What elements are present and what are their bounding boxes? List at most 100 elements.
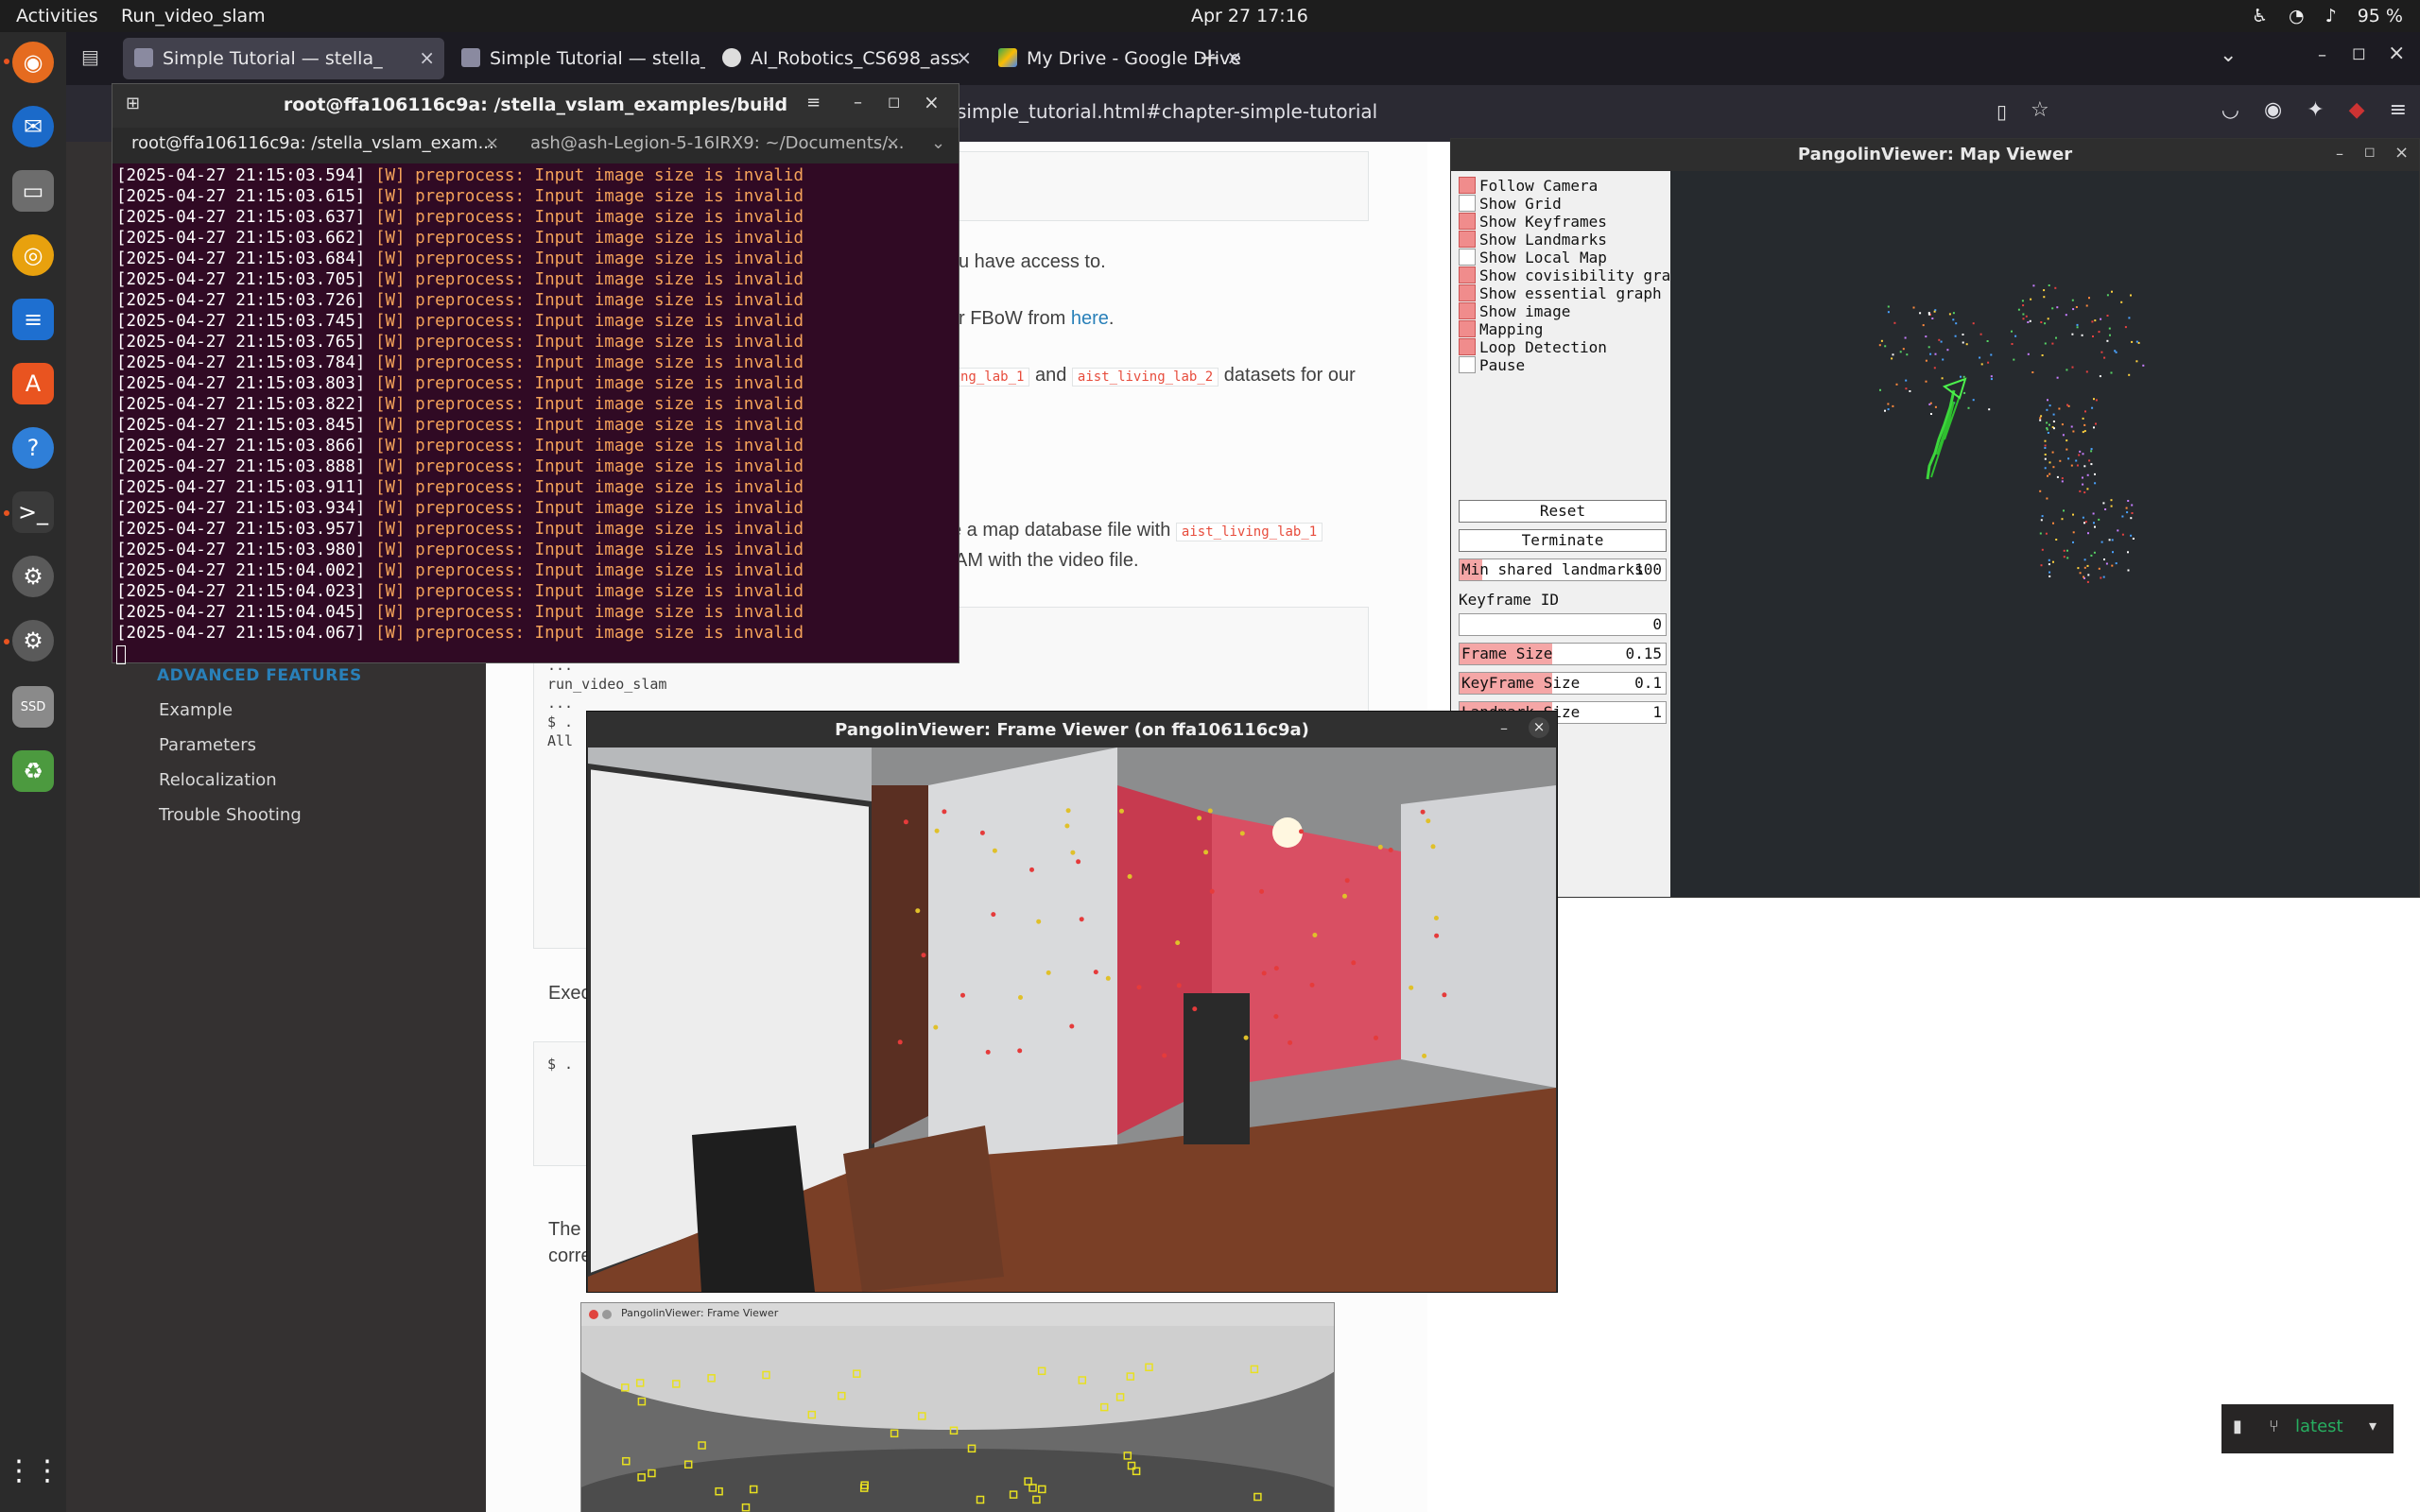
log-timestamp: [2025-04-27 21:15:03.866] [116,437,366,455]
thunderbird-icon[interactable]: ✉ [12,106,54,147]
nav-relocalization[interactable]: Relocalization [159,770,277,790]
url-field[interactable]: simple_tutorial.html#chapter-simple-tuto… [957,100,1377,123]
close-icon[interactable]: × [1226,46,1242,69]
app-center-icon[interactable]: A [12,363,54,404]
account-icon[interactable]: ◉ [2264,98,2282,122]
map-viewer-window[interactable]: PangolinViewer: Map Viewer – ◻ × Follow … [1450,138,2420,898]
nav-parameters[interactable]: Parameters [159,735,256,755]
close-button[interactable]: × [1529,717,1549,738]
nav-example[interactable]: Example [159,700,233,720]
minimize-button[interactable]: – [854,93,862,112]
trash-icon[interactable]: ♻ [12,750,54,792]
frame-size-slider[interactable]: Frame Size 0.15 [1459,643,1667,665]
tab-list-icon[interactable]: ▤ [81,45,99,68]
landmark-point [2142,364,2145,367]
terminate-button[interactable]: Terminate [1459,529,1667,552]
maximize-button[interactable]: ◻ [2364,145,2376,160]
close-button[interactable]: × [2394,143,2409,163]
battery-level[interactable]: 95 % [2358,6,2403,26]
tab-github[interactable]: AI_Robotics_CS698_ass × [711,38,981,79]
close-icon[interactable]: × [956,46,972,69]
frame-viewer-window[interactable]: PangolinViewer: Frame Viewer (on ffa1061… [586,711,1558,1293]
checkbox[interactable] [1459,356,1476,373]
firefox-icon[interactable]: ◉ [12,42,54,83]
here-link[interactable]: here [1071,308,1109,329]
terminal-titlebar[interactable]: ⊞ root@ffa106116c9a: /stella_vslam_examp… [112,84,959,128]
landmark-point [2063,509,2065,512]
terminal-tab-root[interactable]: root@ffa106116c9a: /stella_vslam_exam... [131,133,494,162]
rhythmbox-icon[interactable]: ◎ [12,234,54,276]
checkbox[interactable] [1459,302,1476,319]
chevron-down-icon[interactable]: ⌄ [2220,43,2237,67]
terminal-tab-ash[interactable]: ash@ash-Legion-5-16IRX9: ~/Documents/... [530,133,905,162]
system-tray[interactable]: ♿ ◔ ♪ 95 % [2252,6,2403,26]
files-icon[interactable]: ▭ [12,170,54,212]
chevron-down-icon[interactable]: ⌄ [931,133,945,153]
checkbox[interactable] [1459,284,1476,301]
help-icon[interactable]: ? [12,427,54,469]
landmark-point [2105,562,2108,565]
checkbox[interactable] [1459,177,1476,194]
terminal-line: [2025-04-27 21:15:04.045] [W] preprocess… [116,602,955,623]
volume-icon[interactable]: ♪ [2325,6,2337,26]
minimize-button[interactable]: – [2318,45,2326,65]
writer-icon[interactable]: ≡ [12,299,54,340]
accessibility-icon[interactable]: ♿ [2252,6,2268,26]
terminal-output[interactable]: [2025-04-27 21:15:03.594] [W] preprocess… [116,165,955,664]
tab-simple-tutorial-2[interactable]: Simple Tutorial — stella_ [450,38,705,79]
reader-view-icon[interactable]: ▯ [1996,100,2007,123]
map-viewer-titlebar[interactable]: PangolinViewer: Map Viewer – ◻ × [1451,139,2419,171]
maximize-button[interactable]: ◻ [2352,43,2366,63]
keyframe-size-slider[interactable]: KeyFrame Size 0.1 [1459,672,1667,695]
menu-icon[interactable]: ≡ [806,93,821,112]
close-icon[interactable]: × [886,133,900,153]
terminal-line: [2025-04-27 21:15:03.980] [W] preprocess… [116,540,955,560]
wifi-icon[interactable]: ◔ [2289,6,2305,26]
ublock-icon[interactable]: ◆ [2349,98,2365,122]
frame-viewer-titlebar[interactable]: PangolinViewer: Frame Viewer (on ffa1061… [587,712,1557,747]
version-selector[interactable]: ▮ ⑂ latest ▾ [2221,1404,2394,1453]
keyframe-id-input[interactable]: 0 [1459,613,1667,636]
close-button[interactable]: × [924,91,940,113]
option-pause[interactable]: Pause [1459,356,1525,381]
minimize-button[interactable]: – [1500,719,1508,737]
bookmark-star-icon[interactable]: ☆ [2031,98,2049,122]
search-icon[interactable]: ⌕ [765,94,774,113]
map-3d-canvas[interactable] [1670,171,2419,897]
checkbox[interactable] [1459,320,1476,337]
terminal-icon[interactable]: >_ [12,491,54,533]
disk-icon[interactable]: SSD [12,686,54,728]
terminal-window[interactable]: ⊞ root@ffa106116c9a: /stella_vslam_examp… [112,83,959,664]
close-icon[interactable]: × [485,133,499,153]
activities-button[interactable]: Activities [16,6,98,26]
keyframe-id-label: Keyframe ID [1459,591,1559,609]
app-menu[interactable]: Run_video_slam [121,6,266,26]
checkbox[interactable] [1459,213,1476,230]
checkbox[interactable] [1459,338,1476,355]
menu-icon[interactable]: ≡ [2390,98,2407,122]
extensions-icon[interactable]: ✦ [2307,98,2324,122]
landmark-point [2083,423,2086,426]
close-icon[interactable]: × [419,46,435,69]
field-value: 0.1 [1634,674,1662,692]
doc-icon [461,48,480,67]
checkbox[interactable] [1459,195,1476,212]
landmark-point [2047,474,2048,477]
new-tab-button[interactable]: + [1199,42,1220,73]
min-shared-landmarks-slider[interactable]: Min shared landmarks 100 [1459,558,1667,581]
show-apps-icon[interactable]: ⋮⋮ [5,1450,61,1491]
maximize-button[interactable]: ◻ [888,93,900,111]
pocket-icon[interactable]: ◡ [2221,98,2239,122]
checkbox[interactable] [1459,266,1476,284]
nav-trouble-shooting[interactable]: Trouble Shooting [159,805,302,825]
reset-button[interactable]: Reset [1459,500,1667,523]
checkbox[interactable] [1459,249,1476,266]
tab-simple-tutorial-1[interactable]: Simple Tutorial — stella_ × [123,38,444,79]
checkbox[interactable] [1459,231,1476,248]
settings-icon-2[interactable]: ⚙ [12,620,54,662]
close-window-button[interactable]: × [2388,42,2405,65]
minimize-button[interactable]: – [2336,145,2343,163]
clock[interactable]: Apr 27 17:16 [1191,6,1308,26]
settings-icon[interactable]: ⚙ [12,556,54,597]
landmark-point [2056,475,2059,478]
